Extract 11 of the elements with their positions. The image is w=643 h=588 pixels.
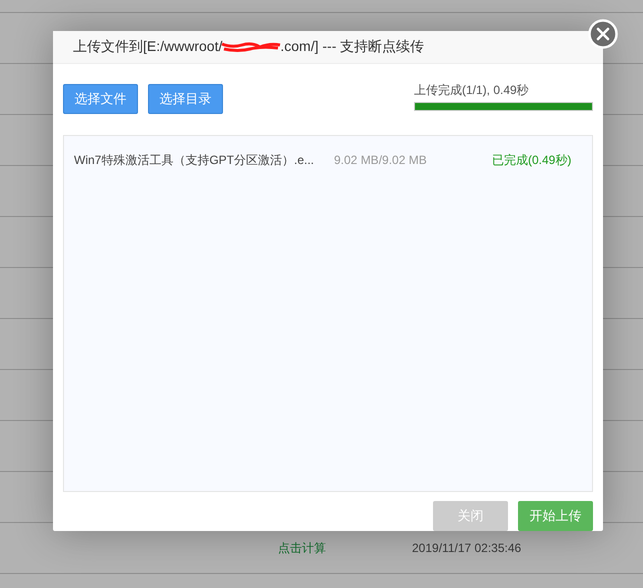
date-cell: 2019/11/17 02:35:46 <box>412 541 522 555</box>
start-upload-button[interactable]: 开始上传 <box>518 501 593 531</box>
close-icon[interactable] <box>588 19 618 49</box>
calculate-link[interactable]: 点击计算 <box>278 540 326 556</box>
dialog-title: 上传文件到[E:/wwwroot/ .com/] --- 支持断点续传 <box>73 38 424 56</box>
select-button[interactable]: 选择文件 <box>63 84 138 114</box>
select-button[interactable]: 选择目录 <box>148 84 223 114</box>
file-size: 9.02 MB/9.02 MB <box>334 153 428 168</box>
file-status: 已完成(0.49秒) <box>492 152 572 169</box>
progress-text: 上传完成(1/1), 0.49秒 <box>414 82 530 99</box>
file-name: Win7特殊激活工具（支持GPT分区激活）.e... <box>74 152 316 169</box>
